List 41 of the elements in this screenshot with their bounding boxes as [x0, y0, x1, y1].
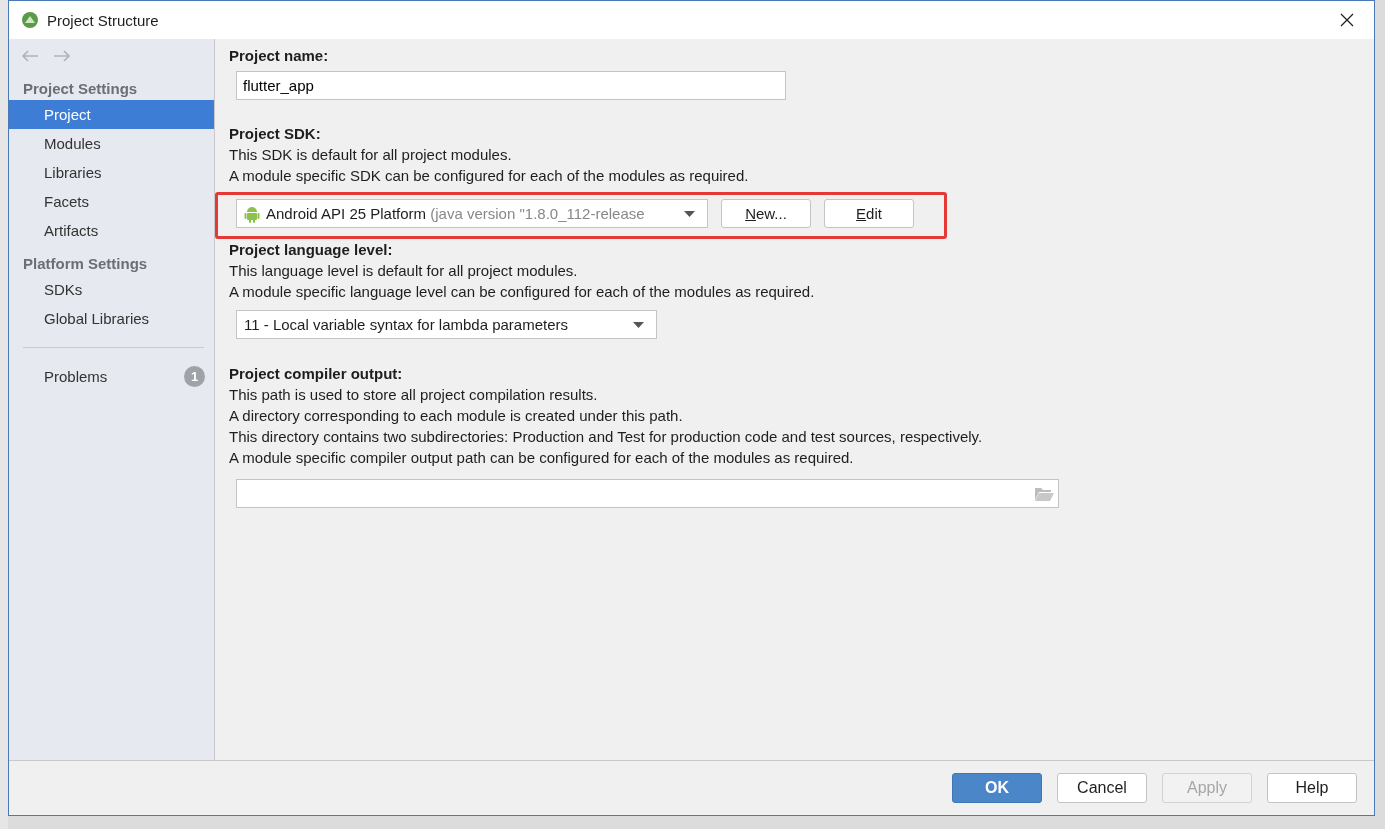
dialog-button[interactable]: Cancel: [1057, 773, 1147, 803]
field-label: Project name:: [229, 46, 330, 66]
android-icon: [244, 204, 260, 223]
forward-arrow-icon[interactable]: [53, 50, 71, 62]
field-label: Project compiler output:: [229, 364, 404, 384]
description-text: This path is used to store all project compilation results.: [229, 385, 599, 405]
description-text: This language level is default for all project modules.: [229, 261, 579, 281]
language-level-dropdown[interactable]: 11 - Local variable syntax for lambda parameters: [236, 310, 657, 339]
dialog-button[interactable]: Help: [1267, 773, 1357, 803]
back-arrow-icon[interactable]: [21, 50, 39, 62]
sidebar-item[interactable]: Global Libraries: [9, 304, 214, 333]
dialog-button[interactable]: OK: [952, 773, 1042, 803]
app-icon: [21, 11, 39, 29]
description-text: This directory contains two subdirectories: Production and Test for production code and test sources, respectively.: [229, 427, 984, 447]
window-title: Project Structure: [47, 11, 160, 29]
sidebar-item[interactable]: Artifacts: [9, 216, 214, 245]
caret-icon: [633, 321, 644, 328]
problem-count: 1: [184, 366, 205, 387]
output-path-field[interactable]: [236, 479, 1059, 508]
field-label: Project language level:: [229, 240, 394, 260]
sidebar-item[interactable]: Facets: [9, 187, 214, 216]
description-text: A directory corresponding to each module is created under this path.: [229, 406, 684, 426]
section-heading: Project Settings: [22, 79, 139, 99]
sidebar-item[interactable]: Libraries: [9, 158, 214, 187]
sdk-dropdown[interactable]: Android API 25 Platform (java version "1.8.0_112-release: [236, 199, 708, 228]
description-text: This SDK is default for all project modules.: [229, 145, 513, 165]
description-text: A module specific SDK can be configured for each of the modules as required.: [229, 166, 750, 186]
description-text: A module specific language level can be configured for each of the modules as required.: [229, 282, 816, 302]
folder-icon[interactable]: [1034, 485, 1054, 502]
field-label: Project SDK:: [229, 124, 322, 144]
caret-icon: [684, 210, 695, 217]
description-text: A module specific compiler output path can be configured for each of the modules as required.: [229, 448, 855, 468]
sdk-button[interactable]: Edit: [824, 199, 914, 228]
sidebar-item[interactable]: Modules: [9, 129, 214, 158]
sidebar-item[interactable]: Project: [9, 100, 214, 129]
problems-item[interactable]: Problems: [44, 368, 108, 385]
close-icon[interactable]: [1340, 13, 1354, 27]
sdk-button[interactable]: New...: [721, 199, 811, 228]
sidebar-item[interactable]: SDKs: [9, 275, 214, 304]
project-name-field[interactable]: flutter_app: [236, 71, 786, 100]
section-heading: Platform Settings: [22, 254, 149, 274]
